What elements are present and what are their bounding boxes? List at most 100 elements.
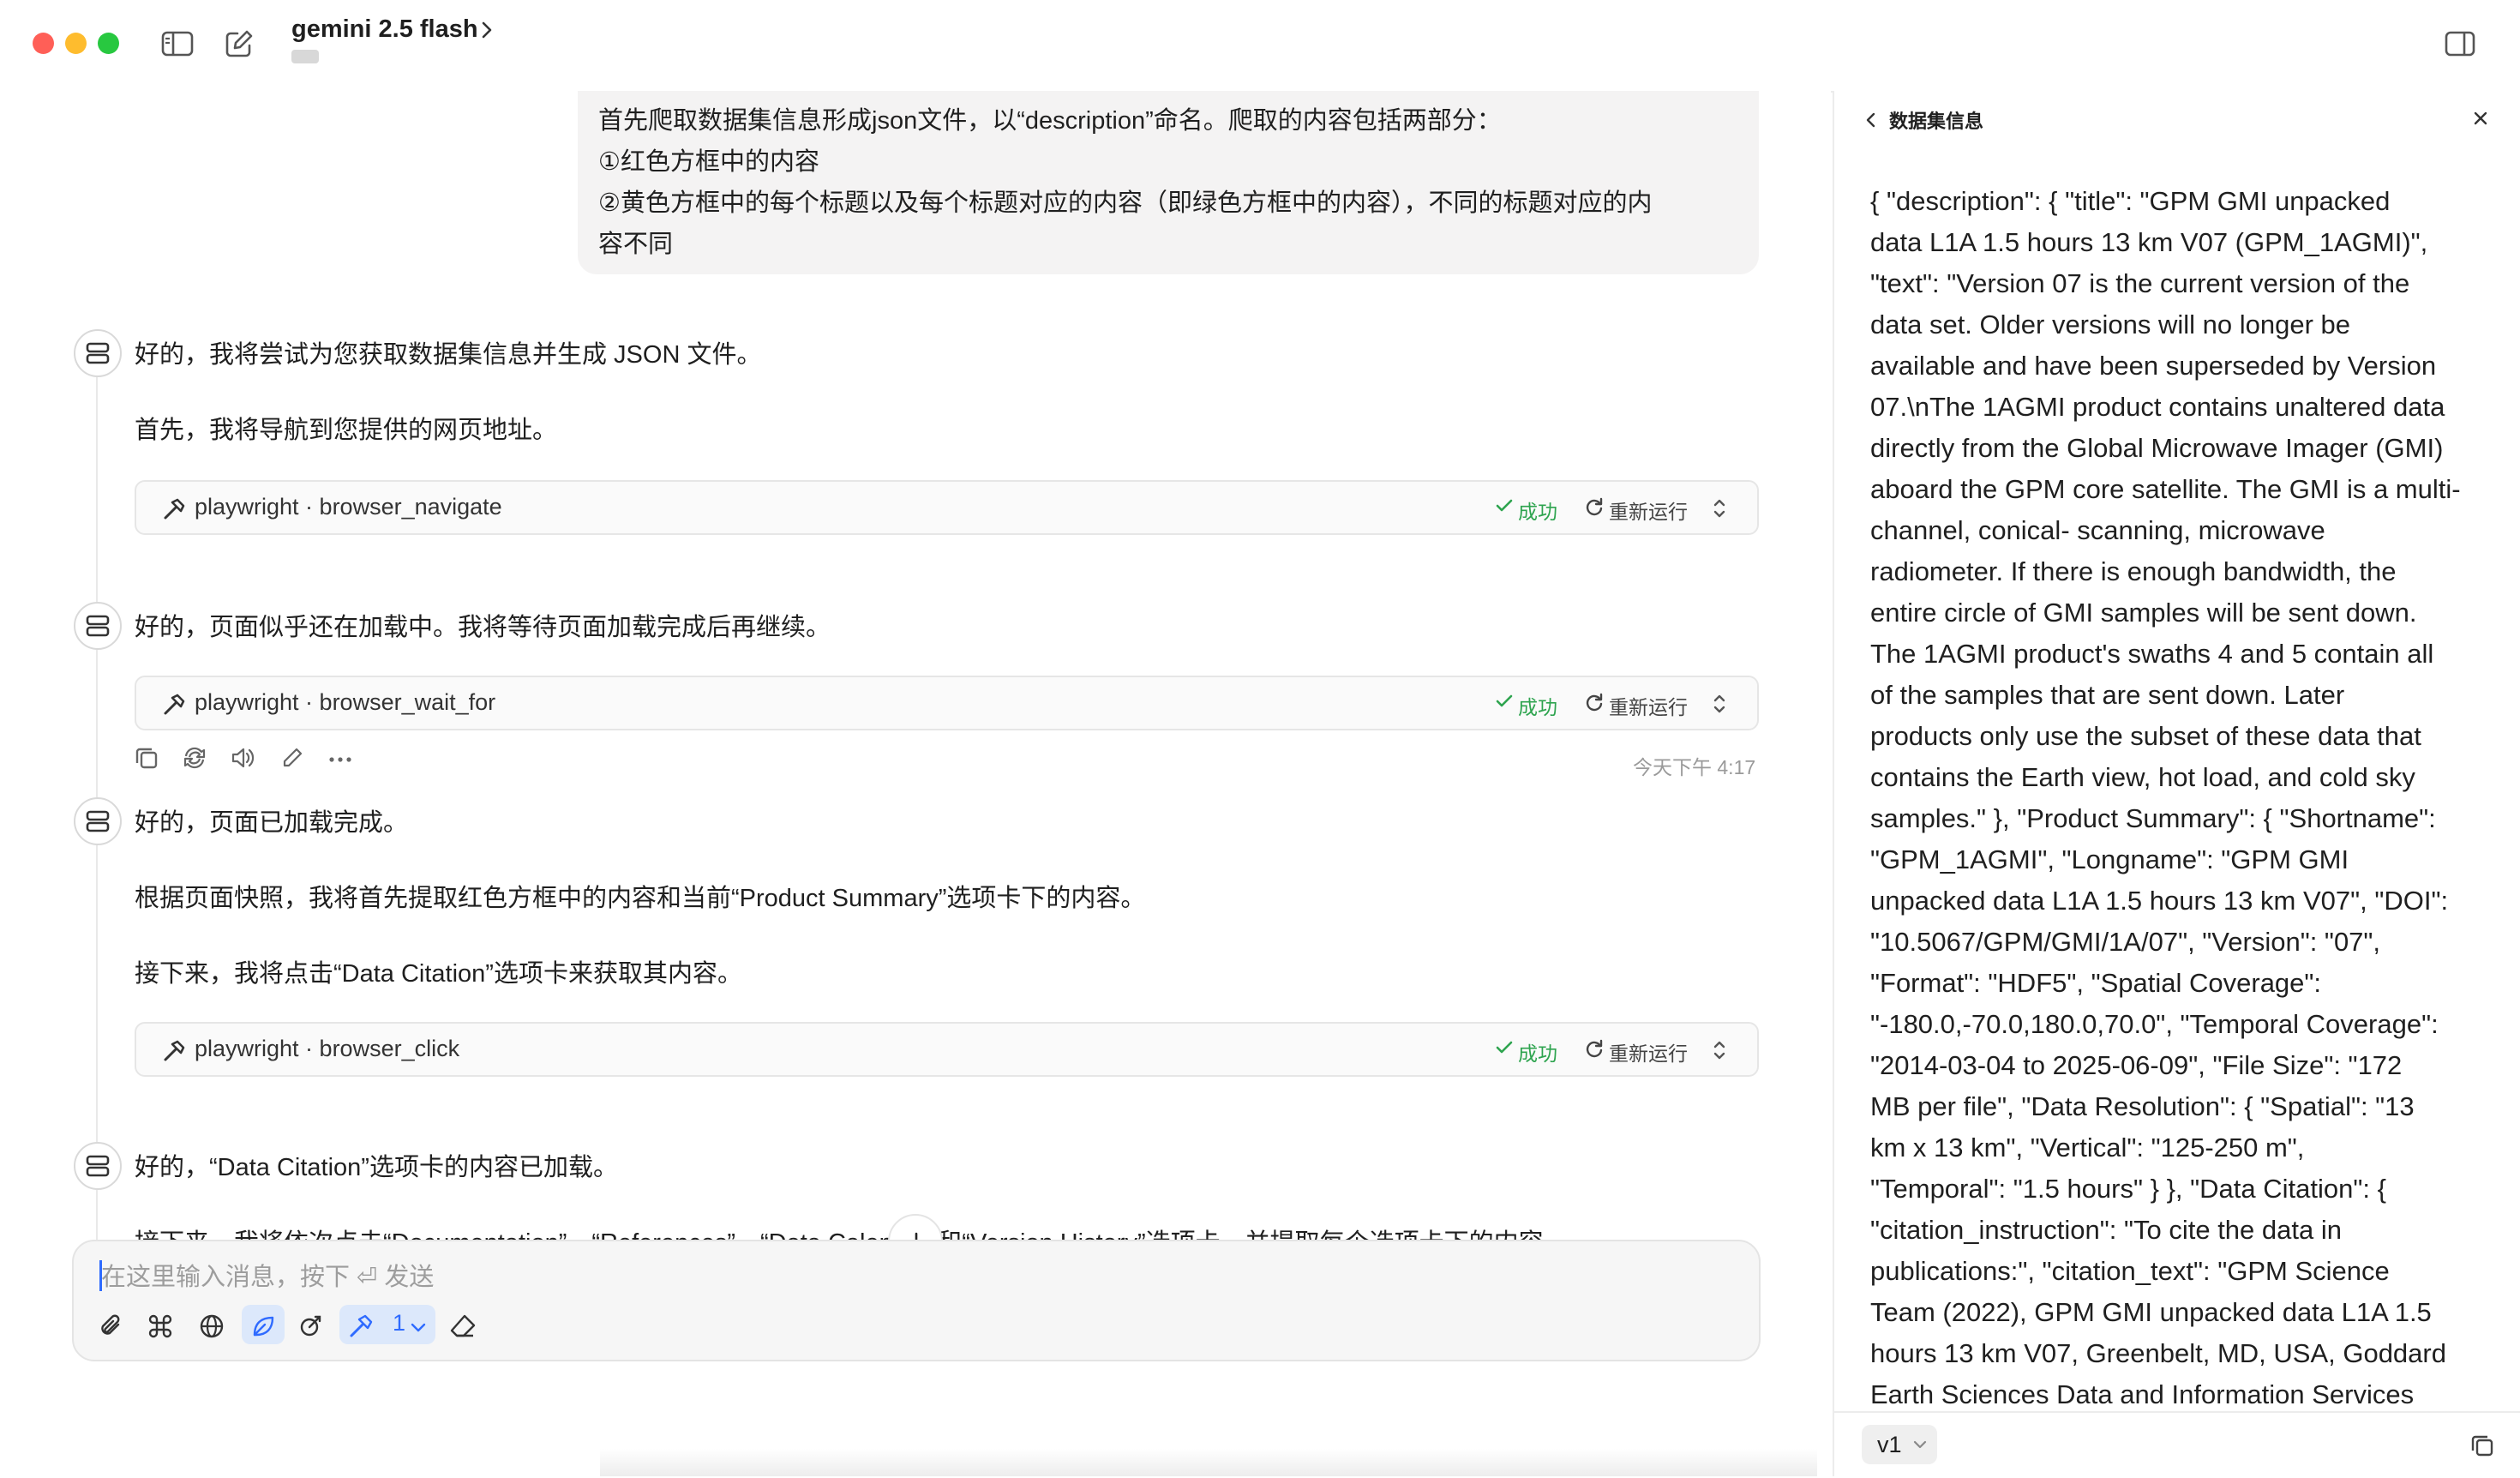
hammer-icon [162,693,186,717]
eraser-icon[interactable] [449,1313,477,1339]
more-icon[interactable] [328,756,352,763]
right-panel-toggle-icon[interactable] [2445,31,2475,57]
json-line: contains the Earth view, hot load, and c… [1870,762,2415,792]
tool-name: playwright · browser_wait_for [195,689,496,715]
assistant-avatar [74,329,122,377]
speaker-icon[interactable] [231,746,256,770]
json-line: MB per file", "Data Resolution": { "Spat… [1870,1091,2415,1121]
json-line: products only use the subset of these da… [1870,721,2421,751]
tool-status: 成功 [1518,696,1557,718]
json-line: radiometer. If there is enough bandwidth… [1870,556,2397,586]
title-bar: gemini 2.5 flash [0,0,2520,93]
json-line: 07.\nThe 1AGMI product contains unaltere… [1870,392,2445,422]
chevron-right-icon[interactable] [480,19,494,41]
leaf-icon[interactable] [250,1313,276,1339]
json-line: of the samples that are sent down. Later [1870,680,2345,710]
refresh-icon[interactable] [1585,497,1604,516]
user-message-line: 容不同 [598,231,674,258]
message-composer[interactable]: 在这里输入消息，按下 ⏎ 发送 1 [72,1240,1761,1361]
panel-title: 数据集信息 [1889,111,1984,132]
json-line: { "description": { "title": "GPM GMI unp… [1870,186,2391,216]
window-shadow [600,1449,1817,1476]
json-line: available and have been superseded by Ve… [1870,351,2437,381]
assistant-avatar [74,797,122,845]
assistant-message: 好的，“Data Citation”选项卡的内容已加载。 [135,1154,618,1181]
chevron-down-icon[interactable] [410,1322,427,1334]
assistant-avatar [74,1142,122,1190]
assistant-message: 接下来，我将点击“Data Citation”选项卡来获取其内容。 [135,960,742,988]
assistant-message: 首先，我将导航到您提供的网页地址。 [135,417,558,444]
model-provider-icon [291,50,319,63]
json-line: hours 13 km V07, Greenbelt, MD, USA, God… [1870,1338,2446,1368]
json-line: "citation_instruction": "To cite the dat… [1870,1215,2342,1245]
json-line: entire circle of GMI samples will be sen… [1870,598,2417,628]
json-line: unpacked data L1A 1.5 hours 13 km V07", … [1870,886,2449,916]
user-message-line: ①红色方框中的内容 [598,148,819,176]
magic-icon[interactable] [298,1313,324,1339]
json-line: Team (2022), GPM GMI unpacked data L1A 1… [1870,1297,2432,1327]
rerun-button[interactable]: 重新运行 [1609,1037,1688,1066]
hammer-icon [162,1039,186,1063]
tool-status: 成功 [1518,501,1557,523]
thread-line [96,845,98,1144]
tool-call-card[interactable]: playwright · browser_click 成功 重新运行 [135,1022,1759,1077]
expand-toggle-icon[interactable] [1712,497,1727,520]
assistant-message: 好的，页面似乎还在加载中。我将等待页面加载完成后再继续。 [135,614,831,641]
attachment-icon[interactable] [98,1313,123,1339]
json-line: "10.5067/GPM/GMI/1A/07", "Version": "07"… [1870,927,2381,957]
panel-footer: v1 [1834,1411,2520,1478]
rerun-button[interactable]: 重新运行 [1609,691,1688,720]
expand-toggle-icon[interactable] [1712,1039,1727,1061]
json-line: Earth Sciences Data and Information Serv… [1870,1379,2415,1409]
json-line: "Temporal": "1.5 hours" } }, "Data Citat… [1870,1174,2386,1204]
model-title[interactable]: gemini 2.5 flash [291,15,478,44]
hammer-icon[interactable] [348,1313,374,1339]
regenerate-icon[interactable] [183,746,207,770]
tool-count: 1 [393,1310,406,1336]
refresh-icon[interactable] [1585,1039,1604,1058]
json-line: publications:", "citation_text": "GPM Sc… [1870,1256,2390,1286]
chevron-left-icon[interactable] [1865,111,1877,129]
expand-toggle-icon[interactable] [1712,693,1727,715]
hammer-icon [162,497,186,521]
json-line: "Format": "HDF5", "Spatial Coverage": [1870,968,2322,998]
copy-icon[interactable] [2470,1433,2494,1457]
json-line: data set. Older versions will no longer … [1870,309,2351,339]
tool-name: playwright · browser_navigate [195,494,502,520]
json-line: channel, conical- scanning, microwave [1870,515,2325,545]
tool-name: playwright · browser_click [195,1036,460,1061]
tool-status: 成功 [1518,1042,1557,1065]
json-line: "GPM_1AGMI", "Longname": "GPM GMI [1870,844,2349,874]
tool-call-card[interactable]: playwright · browser_navigate 成功 重新运行 [135,480,1759,535]
json-line: "text": "Version 07 is the current versi… [1870,268,2410,298]
assistant-message: 根据页面快照，我将首先提取红色方框中的内容和当前“Product Summary… [135,885,1146,912]
close-window-button[interactable] [33,33,54,54]
user-message-line: ②黄色方框中的每个标题以及每个标题对应的内容（即绿色方框中的内容），不同的标题对… [598,189,1653,217]
minimize-window-button[interactable] [65,33,87,54]
globe-icon[interactable] [199,1313,225,1339]
user-message-line: 首先爬取数据集信息形成json文件，以“description”命名。爬取的内容… [598,107,1502,135]
assistant-message: 好的，我将尝试为您获取数据集信息并生成 JSON 文件。 [135,341,762,369]
version-select[interactable]: v1 [1862,1425,1937,1464]
zoom-window-button[interactable] [98,33,119,54]
json-line: km x 13 km", "Vertical": "125-250 m", [1870,1133,2305,1163]
panel-header: 数据集信息 [1834,91,2520,146]
assistant-avatar [74,602,122,650]
user-message-bubble: 首先爬取数据集信息形成json文件，以“description”命名。爬取的内容… [578,91,1759,274]
rerun-button[interactable]: 重新运行 [1609,496,1688,525]
edit-icon[interactable] [280,746,304,770]
refresh-icon[interactable] [1585,693,1604,712]
json-content: { "description": { "title": "GPM GMI unp… [1870,181,2505,1415]
message-input[interactable]: 在这里输入消息，按下 ⏎ 发送 [101,1257,434,1293]
json-line: "2014-03-04 to 2025-06-09", "File Size":… [1870,1050,2403,1080]
new-chat-icon[interactable] [225,29,254,58]
command-icon[interactable] [147,1313,173,1339]
json-line: samples." }, "Product Summary": { "Short… [1870,803,2436,833]
copy-icon[interactable] [135,746,159,770]
sidebar-toggle-icon[interactable] [161,31,194,57]
assistant-message: 好的，页面已加载完成。 [135,809,409,837]
close-icon[interactable] [2472,110,2489,127]
chevron-down-icon [1913,1440,1927,1449]
tool-call-card[interactable]: playwright · browser_wait_for 成功 重新运行 [135,676,1759,730]
json-line: "-180.0,-70.0,180.0,70.0", "Temporal Cov… [1870,1009,2439,1039]
